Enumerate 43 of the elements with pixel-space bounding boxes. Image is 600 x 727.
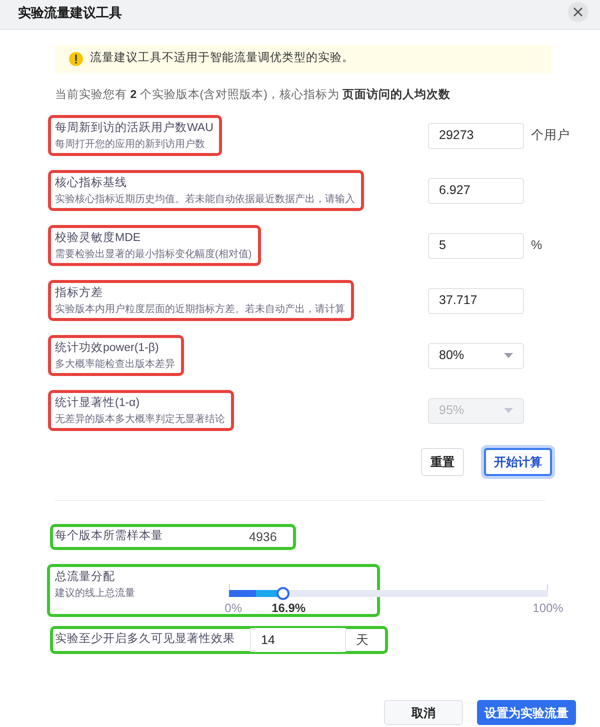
summary-text: 当前实验您有 2 个实验版本(含对照版本)，核心指标为 页面访问的人均次数 <box>55 87 452 103</box>
result-label: 每个版本所需样本量 <box>55 528 164 544</box>
slider-track[interactable] <box>229 590 548 597</box>
input-field[interactable]: 5 <box>428 232 524 258</box>
field-hint: 多大概率能检查出版本差异 <box>55 358 175 372</box>
slider-max-label: 100% <box>532 600 564 616</box>
result-label: 实验至少开启多久可见显著性效果 <box>55 631 236 648</box>
alert-text: 流量建议工具不适用于智能流量调优类型的实验。 <box>90 50 354 66</box>
slider-value-label: 16.9% <box>272 600 306 616</box>
caret-icon <box>504 353 513 358</box>
result-value: 4936 <box>249 528 277 546</box>
slider-min-label: 0% <box>224 600 242 616</box>
footer-button[interactable]: 取消 <box>384 700 463 725</box>
unit-label: 个用户 <box>531 127 570 144</box>
result-hint: 建议的线上总流量 <box>55 586 136 601</box>
field-label: 统计显著性(1-α) <box>55 396 141 411</box>
result-label: 总流量分配 <box>55 569 116 585</box>
dialog-title: 实验流量建议工具 <box>17 4 122 22</box>
action-button[interactable]: 开始计算 <box>484 448 552 476</box>
close-icon <box>573 7 583 17</box>
select-field[interactable]: 80% <box>428 342 524 368</box>
field-hint: 无差异的版本多大概率判定无显著结论 <box>55 412 225 427</box>
input-field[interactable]: 14 <box>250 628 345 652</box>
input-field[interactable]: 29273 <box>428 122 524 148</box>
unit-addon: 天 <box>345 628 383 652</box>
footer-button[interactable]: 设置为实验流量 <box>477 700 576 725</box>
field-hint: 实验版本内用户粒度层面的近期指标方差。若未自动产出，请计算 <box>55 302 345 317</box>
input-field[interactable]: 37.717 <box>428 288 524 314</box>
field-label: 每周新到访的活跃用户数WAU <box>55 120 214 136</box>
field-hint: 需要检验出显著的最小指标变化幅度(相对值) <box>55 248 252 262</box>
caret-icon <box>504 408 513 413</box>
field-label: 校验灵敏度MDE <box>55 230 142 246</box>
slider-thumb[interactable] <box>276 587 290 600</box>
warning-icon <box>69 52 83 66</box>
input-field[interactable]: 6.927 <box>428 178 524 204</box>
unit-label: % <box>531 237 542 254</box>
action-button[interactable]: 重置 <box>421 448 464 476</box>
field-hint: 实验核心指标近期历史均值。若未能自动依据最近数据产出，请输入 <box>55 192 355 207</box>
close-button[interactable] <box>568 2 588 22</box>
field-hint: 每周打开您的应用的新到访用户数 <box>55 138 206 152</box>
field-label: 核心指标基线 <box>55 175 128 191</box>
field-label: 指标方差 <box>55 285 104 301</box>
field-label: 统计功效power(1-β) <box>55 340 160 356</box>
